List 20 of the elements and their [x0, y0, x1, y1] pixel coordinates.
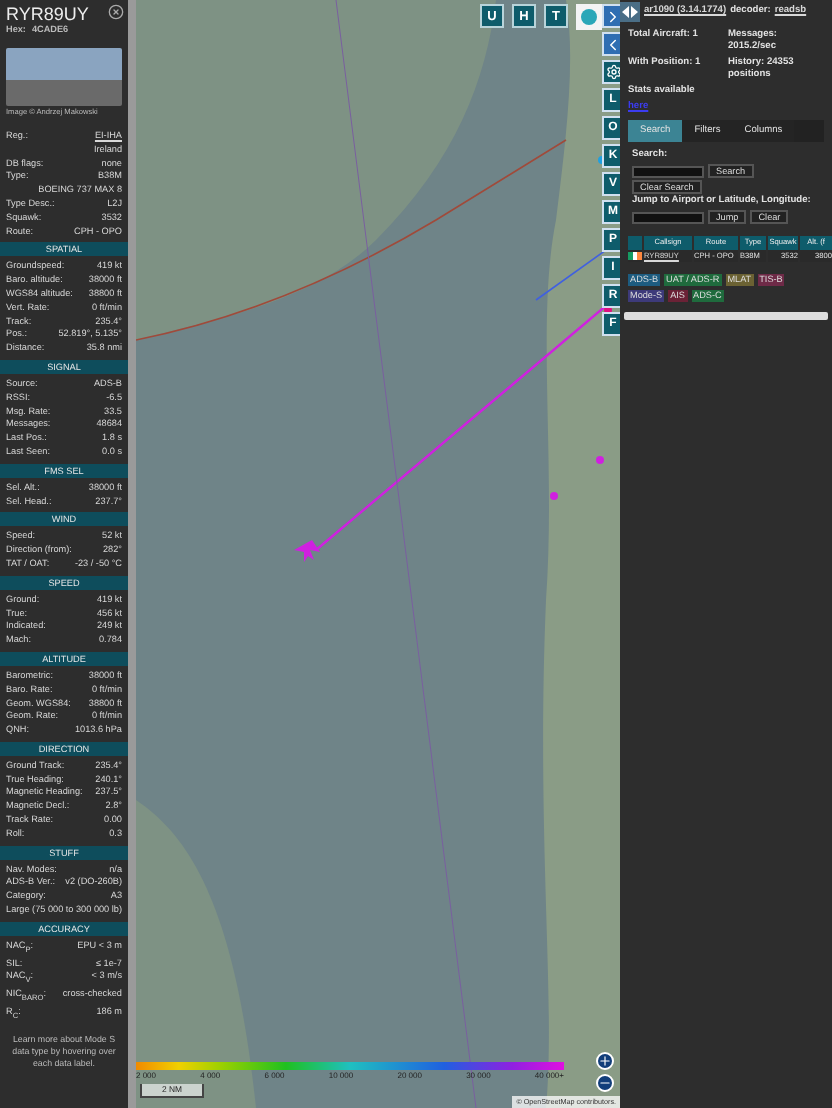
scrollbar[interactable] — [128, 0, 136, 1108]
flag-icon — [628, 252, 642, 260]
settings-icon — [605, 64, 620, 80]
double-arrow-icon — [622, 5, 638, 17]
horizontal-scrollbar[interactable] — [624, 312, 828, 320]
settings-button[interactable] — [602, 60, 620, 84]
minus-icon — [598, 1076, 612, 1090]
chevron-left-icon — [604, 35, 620, 53]
previous-button[interactable] — [602, 32, 620, 56]
close-icon[interactable] — [108, 4, 124, 20]
column-header — [628, 236, 642, 250]
plus-icon — [598, 1054, 612, 1068]
photo-placeholder — [6, 48, 122, 106]
chevron-right-icon — [604, 7, 620, 25]
layers-button[interactable] — [576, 4, 602, 30]
aircraft-callsign: RYR89UY — [6, 4, 89, 24]
jump-field[interactable] — [632, 211, 704, 223]
collapse-button[interactable] — [620, 1, 640, 21]
search-field[interactable] — [632, 165, 704, 177]
next-button[interactable] — [602, 4, 620, 28]
